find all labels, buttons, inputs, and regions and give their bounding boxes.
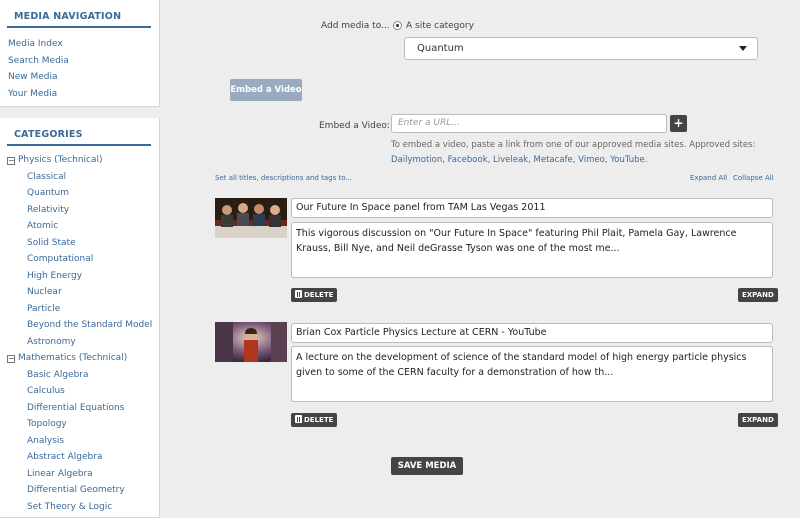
delete-button[interactable]: DELETE [291, 288, 338, 302]
category-item-astronomy[interactable]: Astronomy [0, 336, 160, 353]
nav-item-your-media[interactable]: Your Media [8, 88, 69, 105]
category-item-high-energy[interactable]: High Energy [0, 270, 160, 287]
nav-item-media-index[interactable]: Media Index [8, 38, 69, 55]
media-navigation-title: MEDIA NAVIGATION [7, 11, 151, 28]
delete-label: DELETE [304, 291, 334, 299]
media-navigation-list: Media Index Search Media New Media Your … [8, 38, 69, 104]
category-item-nuclear[interactable]: Nuclear [0, 286, 160, 303]
trash-icon [295, 290, 302, 298]
collapse-all-link[interactable]: Collapse All [733, 174, 774, 182]
media-navigation-panel: MEDIA NAVIGATION Media Index Search Medi… [0, 0, 160, 107]
nav-item-new-media[interactable]: New Media [8, 71, 69, 88]
media-form: Add media to... A site category Quantum … [160, 0, 800, 518]
chevron-down-icon [739, 46, 747, 51]
site-category-radio-label[interactable]: A site category [406, 21, 474, 31]
category-item-differential-geometry[interactable]: Differential Geometry [0, 484, 160, 501]
category-group-physics[interactable]: − Physics (Technical) [0, 154, 160, 171]
expand-button[interactable]: EXPAND [738, 288, 778, 302]
category-item-basic-algebra[interactable]: Basic Algebra [0, 369, 160, 386]
category-select[interactable]: Quantum [404, 37, 758, 60]
category-select-value: Quantum [417, 43, 464, 54]
lecture-thumbnail [215, 322, 287, 362]
category-item-abstract-algebra[interactable]: Abstract Algebra [0, 451, 160, 468]
save-media-button[interactable]: SAVE MEDIA [391, 457, 463, 475]
add-url-button[interactable]: + [670, 115, 687, 132]
category-item-calculus[interactable]: Calculus [0, 385, 160, 402]
url-input[interactable]: Enter a URL... [391, 114, 667, 133]
delete-label: DELETE [304, 416, 334, 424]
category-item-quantum[interactable]: Quantum [0, 187, 160, 204]
category-item-analysis[interactable]: Analysis [0, 435, 160, 452]
add-media-label: Add media to... [321, 21, 390, 31]
category-item-particle[interactable]: Particle [0, 303, 160, 320]
embed-video-label: Embed a Video: [319, 121, 390, 131]
media-thumbnail [215, 198, 287, 238]
set-all-link[interactable]: Set all titles, descriptions and tags to… [215, 174, 352, 182]
trash-icon [295, 415, 302, 423]
approved-sites-list[interactable]: Dailymotion, Facebook, Liveleak, Metacaf… [391, 153, 791, 168]
category-item-solid-state[interactable]: Solid State [0, 237, 160, 254]
expand-all-link[interactable]: Expand All [690, 174, 727, 182]
category-item-linear-algebra[interactable]: Linear Algebra [0, 468, 160, 485]
media-thumbnail [215, 322, 287, 362]
media-title-input[interactable]: Brian Cox Particle Physics Lecture at CE… [291, 323, 773, 343]
categories-title: CATEGORIES [7, 129, 151, 146]
category-group-mathematics[interactable]: − Mathematics (Technical) [0, 352, 160, 369]
category-group-label[interactable]: Mathematics (Technical) [18, 353, 127, 363]
categories-panel: CATEGORIES − Physics (Technical) Classica… [0, 118, 160, 518]
category-tree: − Physics (Technical) Classical Quantum R… [0, 154, 160, 517]
collapse-toggle-icon[interactable]: − [7, 355, 15, 364]
delete-button[interactable]: DELETE [291, 413, 338, 427]
panel-discussion-thumbnail [215, 198, 287, 238]
category-item-computational[interactable]: Computational [0, 253, 160, 270]
media-description-input[interactable]: A lecture on the development of science … [291, 346, 773, 402]
help-sentence: To embed a video, paste a link from one … [391, 140, 756, 150]
embed-help-text: To embed a video, paste a link from one … [391, 138, 791, 168]
category-item-atomic[interactable]: Atomic [0, 220, 160, 237]
category-item-topology[interactable]: Topology [0, 418, 160, 435]
expand-button[interactable]: EXPAND [738, 413, 778, 427]
category-item-set-theory-logic[interactable]: Set Theory & Logic [0, 501, 160, 518]
category-group-label[interactable]: Physics (Technical) [18, 155, 103, 165]
category-item-beyond-standard-model[interactable]: Beyond the Standard Model [0, 319, 160, 336]
media-description-input[interactable]: This vigorous discussion on "Our Future … [291, 222, 773, 278]
site-category-radio[interactable] [393, 21, 402, 30]
category-item-differential-equations[interactable]: Differential Equations [0, 402, 160, 419]
embed-video-button[interactable]: Embed a Video [230, 79, 302, 101]
category-item-relativity[interactable]: Relativity [0, 204, 160, 221]
collapse-toggle-icon[interactable]: − [7, 157, 15, 165]
category-item-classical[interactable]: Classical [0, 171, 160, 188]
nav-item-search-media[interactable]: Search Media [8, 55, 69, 72]
media-title-input[interactable]: Our Future In Space panel from TAM Las V… [291, 198, 773, 218]
